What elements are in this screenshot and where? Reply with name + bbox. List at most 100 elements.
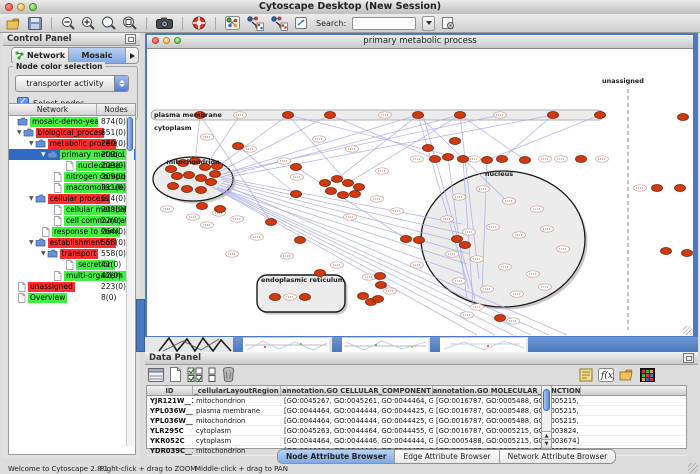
tree-row[interactable]: secretion41(0) [9, 259, 135, 270]
tree-row[interactable]: cell communicat22(0) [9, 215, 135, 226]
tab-network-attribute-browser[interactable]: Network Attribute Browser [500, 450, 616, 463]
network-node[interactable] [326, 188, 337, 195]
network-node[interactable] [166, 166, 177, 173]
network-node[interactable] [358, 293, 369, 300]
network-node[interactable] [375, 273, 386, 280]
network-node[interactable] [678, 114, 689, 121]
zoom-fit-icon[interactable] [122, 15, 137, 32]
expand-arrow-icon[interactable]: ▼ [41, 151, 46, 158]
network-node[interactable] [452, 236, 463, 243]
search-input[interactable] [352, 17, 416, 30]
network-node[interactable] [291, 191, 302, 198]
function-builder-icon[interactable]: f(x) [598, 366, 614, 383]
network-overview-icon[interactable] [225, 15, 240, 32]
network-node[interactable] [266, 219, 277, 226]
table-row[interactable]: YPL036W__1mitochondrion[GO:0044464, GO:0… [147, 416, 686, 426]
network-node[interactable] [430, 156, 441, 163]
float-panel-icon[interactable] [683, 353, 694, 363]
network-node[interactable] [182, 186, 193, 193]
network-node[interactable] [576, 156, 587, 163]
help-lifering-icon[interactable] [192, 15, 206, 32]
network-node[interactable] [495, 315, 506, 322]
network-canvas[interactable]: plasma membranecytoplasmmitochondrionnuc… [147, 49, 693, 336]
network-node[interactable] [675, 185, 686, 192]
network-node[interactable] [414, 237, 425, 244]
network-node[interactable] [450, 138, 461, 145]
table-row[interactable]: YKR052Ccytoplasm[GO:0044464, GO:0044446,… [147, 436, 686, 446]
network-node[interactable] [210, 171, 221, 178]
network-node[interactable] [373, 296, 384, 303]
network-node[interactable] [320, 180, 331, 187]
snapshot-icon[interactable] [156, 15, 173, 32]
network-node[interactable] [184, 172, 195, 179]
delete-attribute-icon[interactable] [222, 366, 235, 383]
node-color-combobox[interactable]: transporter activity [15, 75, 129, 92]
tree-row[interactable]: mosaic-demo-yeast874(0) [9, 116, 135, 127]
tree-row[interactable]: Overview8(0) [9, 292, 135, 303]
network-node[interactable] [300, 294, 311, 301]
network-node[interactable] [652, 185, 663, 192]
notes-icon[interactable] [579, 366, 593, 383]
network-node[interactable] [172, 173, 183, 180]
network-node[interactable] [682, 250, 693, 257]
network-node[interactable] [401, 236, 412, 243]
table-row[interactable]: YLR295Ccytoplasm[GO:0045263, GO:0044464,… [147, 426, 686, 436]
expand-arrow-icon[interactable]: ▼ [17, 129, 22, 136]
attribute-matrix-icon[interactable] [640, 366, 655, 383]
network-node[interactable] [168, 183, 179, 190]
open-file-icon[interactable] [6, 15, 22, 32]
zoom-out-icon[interactable] [61, 15, 75, 32]
network-window-titlebar[interactable]: primary metabolic process [147, 35, 693, 49]
table-row[interactable]: YPL036W__2plasma membrane[GO:0044464, GO… [147, 406, 686, 416]
annotation-icon[interactable] [294, 15, 308, 32]
tree-row[interactable]: ▼establishment of lo558(0) [9, 237, 135, 248]
more-tabs-arrow-icon[interactable] [126, 48, 138, 63]
tree-row[interactable]: unassigned223(0) [9, 281, 135, 292]
network-node[interactable] [482, 157, 493, 164]
network-node[interactable] [458, 156, 469, 163]
tree-row[interactable]: nitrogen compo209(0) [9, 171, 135, 182]
copy-network-icon[interactable] [246, 15, 264, 32]
network-node[interactable] [350, 191, 361, 198]
tree-column-nodes[interactable]: Nodes [97, 104, 135, 115]
tab-node-attribute-browser[interactable]: Node Attribute Browser [278, 450, 395, 463]
network-node[interactable] [196, 187, 207, 194]
network-node[interactable] [196, 175, 207, 182]
tree-scrollbar-thumb[interactable] [127, 117, 133, 151]
zoom-selected-icon[interactable] [101, 15, 116, 32]
network-node[interactable] [460, 242, 471, 249]
tree-row[interactable]: cellular metabol209(0) [9, 204, 135, 215]
network-node[interactable] [291, 164, 302, 171]
network-node[interactable] [283, 112, 294, 119]
network-node[interactable] [455, 112, 466, 119]
network-node[interactable] [325, 112, 336, 119]
select-attributes-icon[interactable] [187, 366, 203, 383]
tree-row[interactable]: nucleobase-209(0) [9, 160, 135, 171]
save-session-icon[interactable] [28, 15, 42, 32]
network-node[interactable] [206, 179, 217, 186]
table-column-header[interactable]: ID [147, 386, 193, 395]
search-settings-icon[interactable] [441, 15, 455, 32]
network-node[interactable] [520, 157, 531, 164]
search-dropdown-icon[interactable] [422, 16, 435, 31]
tree-row[interactable]: ▼transport558(0) [9, 248, 135, 259]
network-node[interactable] [413, 112, 424, 119]
tree-column-network[interactable]: Network [9, 104, 97, 115]
network-node[interactable] [332, 176, 343, 183]
tree-row[interactable]: macromolecule311(0) [9, 182, 135, 193]
tab-edge-attribute-browser[interactable]: Edge Attribute Browser [395, 450, 499, 463]
unselect-attributes-icon[interactable] [208, 366, 217, 383]
tab-mosaic[interactable]: Mosaic [69, 48, 126, 63]
table-column-header[interactable]: annotation.GO MOLECULAR_FUNCTION [433, 386, 581, 395]
table-column-header[interactable]: annotation.GO CELLULAR_COMPONENT [281, 386, 433, 395]
new-attribute-icon[interactable] [169, 366, 182, 383]
network-node[interactable] [423, 145, 434, 152]
expand-arrow-icon[interactable]: ▼ [41, 250, 46, 257]
network-node[interactable] [595, 112, 606, 119]
tab-network[interactable]: Network [12, 48, 69, 63]
network-node[interactable] [376, 282, 387, 289]
expand-arrow-icon[interactable]: ▼ [29, 140, 34, 147]
network-node[interactable] [233, 143, 244, 150]
tree-scrollbar[interactable] [126, 116, 134, 446]
zoom-in-icon[interactable] [81, 15, 95, 32]
